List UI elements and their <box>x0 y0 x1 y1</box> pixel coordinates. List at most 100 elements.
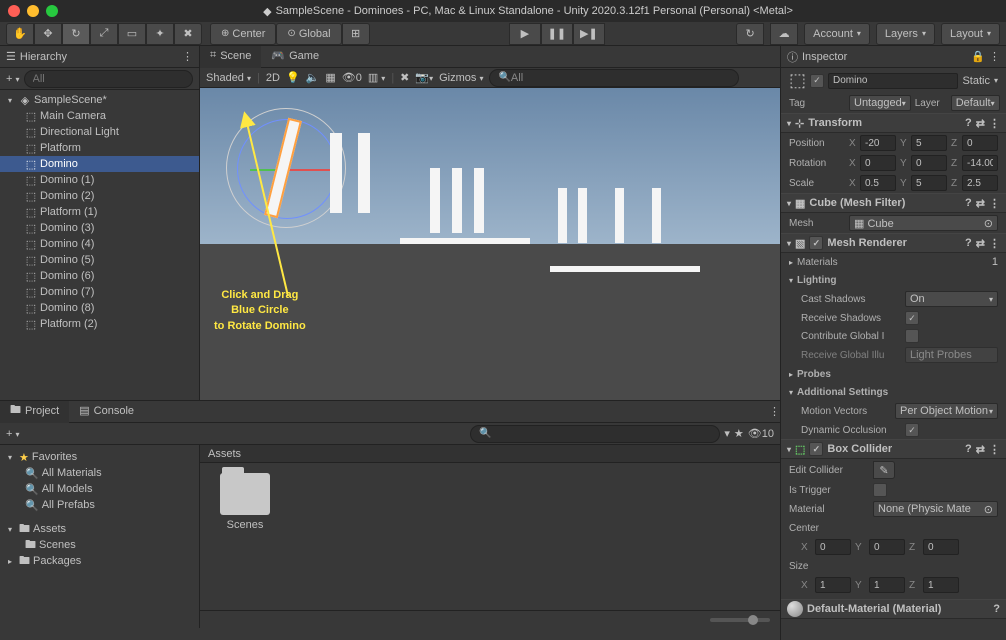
zoom-slider[interactable] <box>710 618 770 622</box>
pause-button[interactable]: ❚❚ <box>541 23 573 45</box>
panel-menu-icon[interactable]: ⋮ <box>989 50 1000 63</box>
hierarchy-item[interactable]: ⬚Domino (3) <box>0 220 199 236</box>
hierarchy-item[interactable]: ⬚Directional Light <box>0 124 199 140</box>
center-x[interactable] <box>815 539 851 555</box>
close-window[interactable] <box>8 5 20 17</box>
scene-search[interactable]: 🔍 All <box>489 69 739 87</box>
hierarchy-item[interactable]: ⬚Domino (7) <box>0 284 199 300</box>
contribute-gi-check[interactable] <box>905 329 919 343</box>
more-icon[interactable]: ⋮ <box>989 117 1000 130</box>
layer-dropdown[interactable]: Default▾ <box>951 95 1000 111</box>
is-trigger-check[interactable] <box>873 483 887 497</box>
dynamic-occlusion-check[interactable]: ✓ <box>905 423 919 437</box>
favorite-search[interactable]: 🔍 All Materials <box>0 465 199 481</box>
preset-icon[interactable]: ⇄ <box>976 117 985 130</box>
layers-menu[interactable]: Layers▾ <box>876 23 935 45</box>
audio-toggle[interactable]: 🔈 <box>306 71 320 84</box>
step-button[interactable]: ▶❚ <box>573 23 605 45</box>
preset-icon[interactable]: ⇄ <box>976 443 985 456</box>
panel-menu-icon[interactable]: ⋮ <box>182 50 193 63</box>
scale-y[interactable] <box>911 175 947 191</box>
maximize-window[interactable] <box>46 5 58 17</box>
create-dropdown[interactable]: + ▾ <box>6 428 20 440</box>
preset-icon[interactable]: ⇄ <box>976 237 985 250</box>
hierarchy-item[interactable]: ⬚Domino (5) <box>0 252 199 268</box>
visibility-toggle[interactable]: 👁0 <box>342 71 362 84</box>
help-icon[interactable]: ? <box>993 603 1000 615</box>
rot-x[interactable] <box>860 155 896 171</box>
hierarchy-item[interactable]: ⬚Domino (2) <box>0 188 199 204</box>
active-checkbox[interactable]: ✓ <box>810 74 824 88</box>
scale-tool[interactable]: ⤢ <box>90 23 118 45</box>
renderer-enabled[interactable]: ✓ <box>809 236 823 250</box>
hand-tool[interactable]: ✋ <box>6 23 34 45</box>
hidden-icon[interactable]: 👁10 <box>748 427 774 440</box>
favorite-search[interactable]: 🔍 All Models <box>0 481 199 497</box>
hierarchy-item[interactable]: ⬚Main Camera <box>0 108 199 124</box>
rot-z[interactable] <box>962 155 998 171</box>
mesh-field[interactable]: ▦ Cube⊙ <box>849 215 998 231</box>
center-y[interactable] <box>869 539 905 555</box>
tools-icon[interactable]: ✖ <box>400 71 409 84</box>
pos-x[interactable] <box>860 135 896 151</box>
edit-collider-button[interactable]: ✎ <box>873 461 895 479</box>
pivot-mode-toggle[interactable]: ⊕Center <box>210 23 276 45</box>
folder-scenes[interactable]: Scenes <box>210 473 280 531</box>
rot-y[interactable] <box>911 155 947 171</box>
2d-toggle[interactable]: 2D <box>266 72 280 84</box>
preset-icon[interactable]: ⇄ <box>976 197 985 210</box>
rect-tool[interactable]: ▭ <box>118 23 146 45</box>
gridlines-toggle[interactable]: ▥ ▾ <box>368 71 385 84</box>
hierarchy-search[interactable] <box>24 70 194 88</box>
cast-shadows-dropdown[interactable]: On▾ <box>905 291 998 307</box>
hierarchy-item[interactable]: ⬚Platform (2) <box>0 316 199 332</box>
move-tool[interactable]: ✥ <box>34 23 62 45</box>
lock-icon[interactable]: 🔒 <box>971 50 985 63</box>
scale-x[interactable] <box>860 175 896 191</box>
rotate-tool[interactable]: ↻ <box>62 23 90 45</box>
tab-scene[interactable]: ⌗Scene <box>200 46 261 68</box>
receive-shadows-check[interactable]: ✓ <box>905 311 919 325</box>
more-icon[interactable]: ⋮ <box>989 197 1000 210</box>
camera-icon[interactable]: 📷▾ <box>415 71 433 84</box>
collab-icon[interactable]: ↻ <box>736 23 764 45</box>
lighting-toggle[interactable]: 💡 <box>286 71 300 84</box>
hierarchy-item[interactable]: ⬚Domino (1) <box>0 172 199 188</box>
help-icon[interactable]: ? <box>965 197 972 209</box>
more-icon[interactable]: ⋮ <box>989 443 1000 456</box>
object-name-input[interactable] <box>828 73 958 89</box>
packages-root[interactable]: ▸🖿 Packages <box>0 553 199 569</box>
handle-mode-toggle[interactable]: ⊙Global <box>276 23 341 45</box>
transform-tool[interactable]: ✦ <box>146 23 174 45</box>
minimize-window[interactable] <box>27 5 39 17</box>
tab-game[interactable]: 🎮Game <box>261 46 329 68</box>
tab-console[interactable]: ▤Console <box>69 401 144 423</box>
tag-dropdown[interactable]: Untagged▾ <box>849 95 911 111</box>
favorite-search[interactable]: 🔍 All Prefabs <box>0 497 199 513</box>
help-icon[interactable]: ? <box>965 237 972 249</box>
cloud-icon[interactable]: ☁ <box>770 23 798 45</box>
scene-root[interactable]: ▾◈ SampleScene* <box>0 92 199 108</box>
account-menu[interactable]: Account▾ <box>804 23 870 45</box>
motion-dropdown[interactable]: Per Object Motion▾ <box>895 403 998 419</box>
play-button[interactable]: ▶ <box>509 23 541 45</box>
filter-icon[interactable]: ▾ <box>724 427 730 440</box>
gizmos-dropdown[interactable]: Gizmos ▾ <box>439 72 483 84</box>
project-search[interactable]: 🔍 <box>470 425 720 443</box>
help-icon[interactable]: ? <box>965 443 972 455</box>
hierarchy-item[interactable]: ⬚Domino (8) <box>0 300 199 316</box>
size-z[interactable] <box>923 577 959 593</box>
size-x[interactable] <box>815 577 851 593</box>
favorites-root[interactable]: ▾★ Favorites <box>0 449 199 465</box>
more-icon[interactable]: ⋮ <box>989 237 1000 250</box>
shading-mode-dropdown[interactable]: Shaded ▾ <box>206 72 251 84</box>
pos-y[interactable] <box>911 135 947 151</box>
create-dropdown[interactable]: + ▾ <box>6 73 20 85</box>
collider-enabled[interactable]: ✓ <box>809 442 823 456</box>
center-z[interactable] <box>923 539 959 555</box>
help-icon[interactable]: ? <box>965 117 972 129</box>
tab-project[interactable]: 🖿Project <box>0 401 69 423</box>
scale-z[interactable] <box>962 175 998 191</box>
favorite-icon[interactable]: ★ <box>734 427 744 440</box>
hierarchy-item[interactable]: ⬚Domino (6) <box>0 268 199 284</box>
